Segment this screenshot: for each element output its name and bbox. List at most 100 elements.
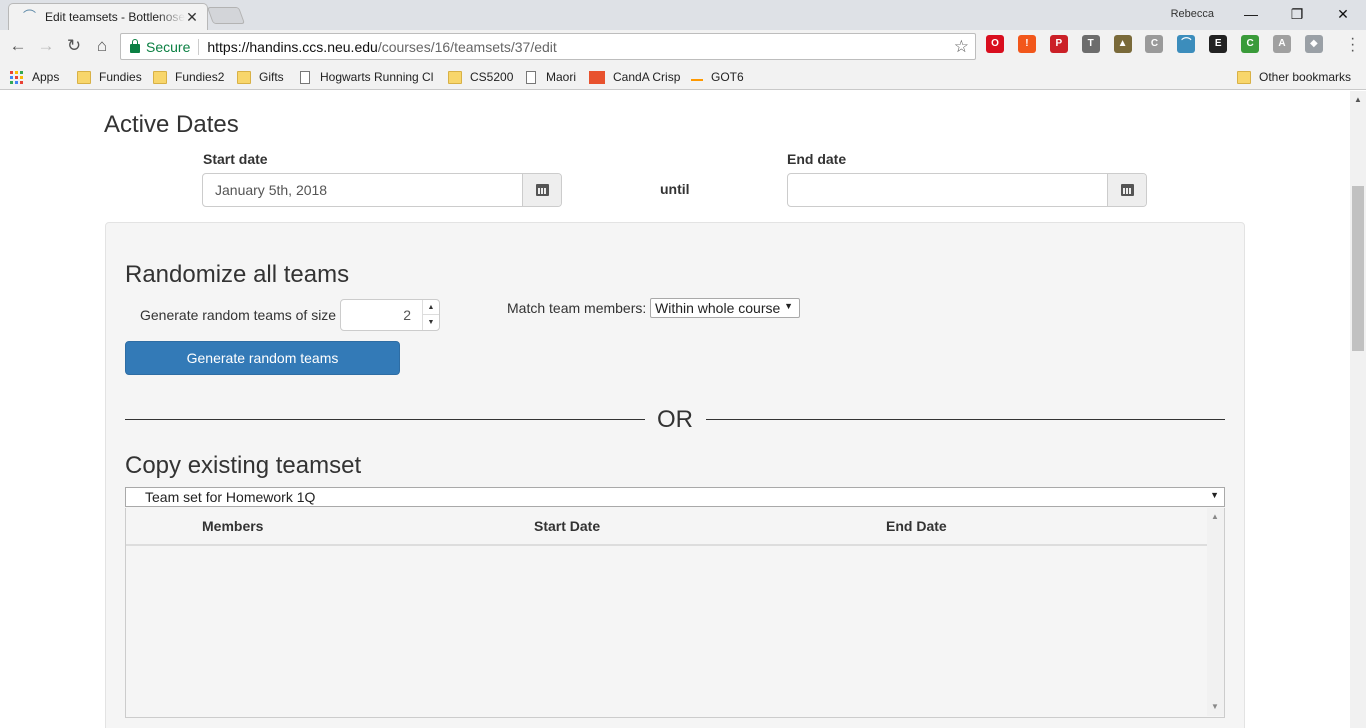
lock-icon [130, 39, 140, 53]
opera-icon[interactable]: O [986, 35, 1004, 53]
bookmark-item[interactable]: Hogwarts Running Cl [298, 68, 433, 86]
calendar-icon [1121, 184, 1134, 196]
decrement-icon[interactable]: ▼ [423, 315, 439, 330]
bookmark-item[interactable]: CS5200 [448, 68, 513, 86]
tab-strip: ⌒ Edit teamsets - Bottlenose ✕ Rebecca —… [0, 0, 1366, 30]
end-date-field[interactable] [787, 173, 1147, 207]
scrollbar-thumb[interactable] [1352, 186, 1364, 351]
table-scrollbar[interactable]: ▲ ▼ [1207, 508, 1224, 716]
bookmark-label: Fundies [99, 70, 142, 84]
extensions-bar: O! P T ▲ C ⌒ E C A ◆ [986, 35, 1337, 53]
end-date-calendar-button[interactable] [1107, 174, 1146, 206]
match-members-select[interactable]: Within whole course ▼ [650, 298, 800, 318]
page-icon [526, 70, 536, 84]
t-icon[interactable]: T [1081, 35, 1100, 53]
dropdown-arrow-icon: ▼ [784, 301, 793, 311]
other-bookmarks[interactable]: Other bookmarks [1237, 68, 1351, 86]
start-date-field[interactable]: January 5th, 2018 [202, 173, 562, 207]
team-size-stepper[interactable]: ▲ ▼ [422, 300, 439, 330]
scroll-up-icon[interactable]: ▲ [1211, 512, 1219, 521]
match-members-label: Match team members: [507, 300, 647, 316]
table-header: Members Start Date End Date [126, 508, 1208, 546]
generate-random-teams-button[interactable]: Generate random teams [125, 341, 400, 375]
bookmark-item[interactable]: Fundies2 [153, 68, 224, 86]
increment-icon[interactable]: ▲ [423, 300, 439, 315]
team-size-input[interactable]: 2 ▲ ▼ [340, 299, 440, 331]
end-date-label: End date [787, 151, 847, 167]
bookmark-label: Gifts [259, 70, 284, 84]
restore-icon[interactable]: ❐ [1274, 0, 1320, 28]
e-icon[interactable]: E [1209, 35, 1228, 53]
folder-icon [237, 70, 251, 84]
bookmark-star-icon[interactable]: ☆ [954, 37, 969, 57]
or-divider-right [706, 419, 1225, 420]
mw-icon [589, 70, 605, 84]
bookmark-item[interactable]: Maori [524, 68, 576, 86]
column-header-members[interactable]: Members [202, 518, 263, 534]
browser-toolbar: ← → ↻ ⌂ Secure https://handins.ccs.neu.e… [0, 30, 1366, 64]
minimize-icon[interactable]: — [1228, 0, 1274, 28]
profile-name[interactable]: Rebecca [1171, 8, 1214, 20]
scroll-up-icon[interactable]: ▲ [1354, 95, 1362, 104]
folder-icon [448, 70, 462, 84]
start-date-label: Start date [203, 151, 268, 167]
match-members-value: Within whole course [655, 300, 781, 316]
bookmarks-bar: Apps Fundies Fundies2 Gifts Hogwarts Running… [0, 64, 1366, 90]
column-header-end-date[interactable]: End Date [886, 518, 947, 534]
randomize-heading: Randomize all teams [125, 261, 350, 288]
bookmark-item[interactable]: Fundies [77, 68, 142, 86]
teamset-select[interactable]: Team set for Homework 1Q ▼ [125, 487, 1225, 507]
bookmark-item[interactable]: CandA Crisp [589, 68, 680, 86]
url-host: https://handins.ccs.neu.edu [207, 38, 378, 55]
teamset-table: Members Start Date End Date ▲ ▼ [125, 508, 1225, 718]
bookmark-label: Hogwarts Running Cl [320, 70, 434, 84]
forward-icon[interactable]: → [34, 34, 58, 58]
teamset-select-value: Team set for Homework 1Q [145, 489, 316, 505]
bookmark-item[interactable]: GOT6 [691, 68, 744, 86]
start-date-calendar-button[interactable] [522, 174, 561, 206]
close-tab-icon[interactable]: ✕ [185, 9, 199, 26]
or-divider-left [125, 419, 645, 420]
active-dates-heading: Active Dates [104, 111, 239, 138]
start-date-value: January 5th, 2018 [215, 182, 328, 198]
dropbox-icon[interactable]: ◆ [1304, 35, 1323, 53]
new-tab-button[interactable] [206, 7, 246, 24]
bookmark-item[interactable]: Apps [10, 68, 59, 86]
pinterest-icon[interactable]: P [1049, 35, 1068, 53]
bookmark-label: GOT6 [711, 70, 744, 84]
amazon-icon [691, 73, 703, 81]
bookmark-label: Apps [32, 70, 60, 84]
folder-icon [153, 70, 167, 84]
calendar-icon [536, 184, 549, 196]
plant-icon[interactable]: ▲ [1113, 35, 1132, 53]
page-scrollbar[interactable]: ▲ [1350, 91, 1366, 728]
bookmark-label: CandA Crisp [613, 70, 681, 84]
folder-icon [77, 70, 91, 84]
folder-icon [1237, 70, 1251, 84]
scroll-down-icon[interactable]: ▼ [1211, 702, 1219, 711]
until-label: until [660, 181, 690, 197]
home-icon[interactable]: ⌂ [90, 34, 114, 58]
team-size-value: 2 [403, 307, 411, 323]
url-path: /courses/16/teamsets/37/edit [377, 38, 557, 55]
teams-panel: Randomize all teams Generate random team… [105, 222, 1245, 728]
back-icon[interactable]: ← [6, 34, 30, 58]
or-separator: OR [657, 406, 693, 433]
cors-icon[interactable]: C [1241, 35, 1260, 53]
css-icon[interactable]: C [1145, 35, 1164, 53]
bookmark-item[interactable]: Gifts [237, 68, 284, 86]
column-header-start-date[interactable]: Start Date [534, 518, 600, 534]
browser-tab[interactable]: ⌒ Edit teamsets - Bottlenose ✕ [8, 3, 208, 30]
rainbow-icon[interactable]: ⌒ [1177, 35, 1196, 53]
bookmark-label: Fundies2 [175, 70, 225, 84]
pdf-icon[interactable]: A [1273, 35, 1292, 53]
reload-icon[interactable]: ↻ [62, 34, 86, 58]
close-window-icon[interactable]: ✕ [1320, 0, 1366, 28]
team-size-label: Generate random teams of size [140, 307, 337, 323]
alert-icon[interactable]: ! [1017, 35, 1036, 53]
dropdown-arrow-icon: ▼ [1210, 490, 1219, 500]
bottlenose-favicon-icon: ⌒ [23, 9, 37, 24]
chrome-menu-icon[interactable]: · · · [1350, 31, 1358, 59]
address-bar[interactable]: Secure https://handins.ccs.neu.edu/cours… [120, 33, 976, 60]
window-controls: — ❐ ✕ [1228, 0, 1366, 28]
